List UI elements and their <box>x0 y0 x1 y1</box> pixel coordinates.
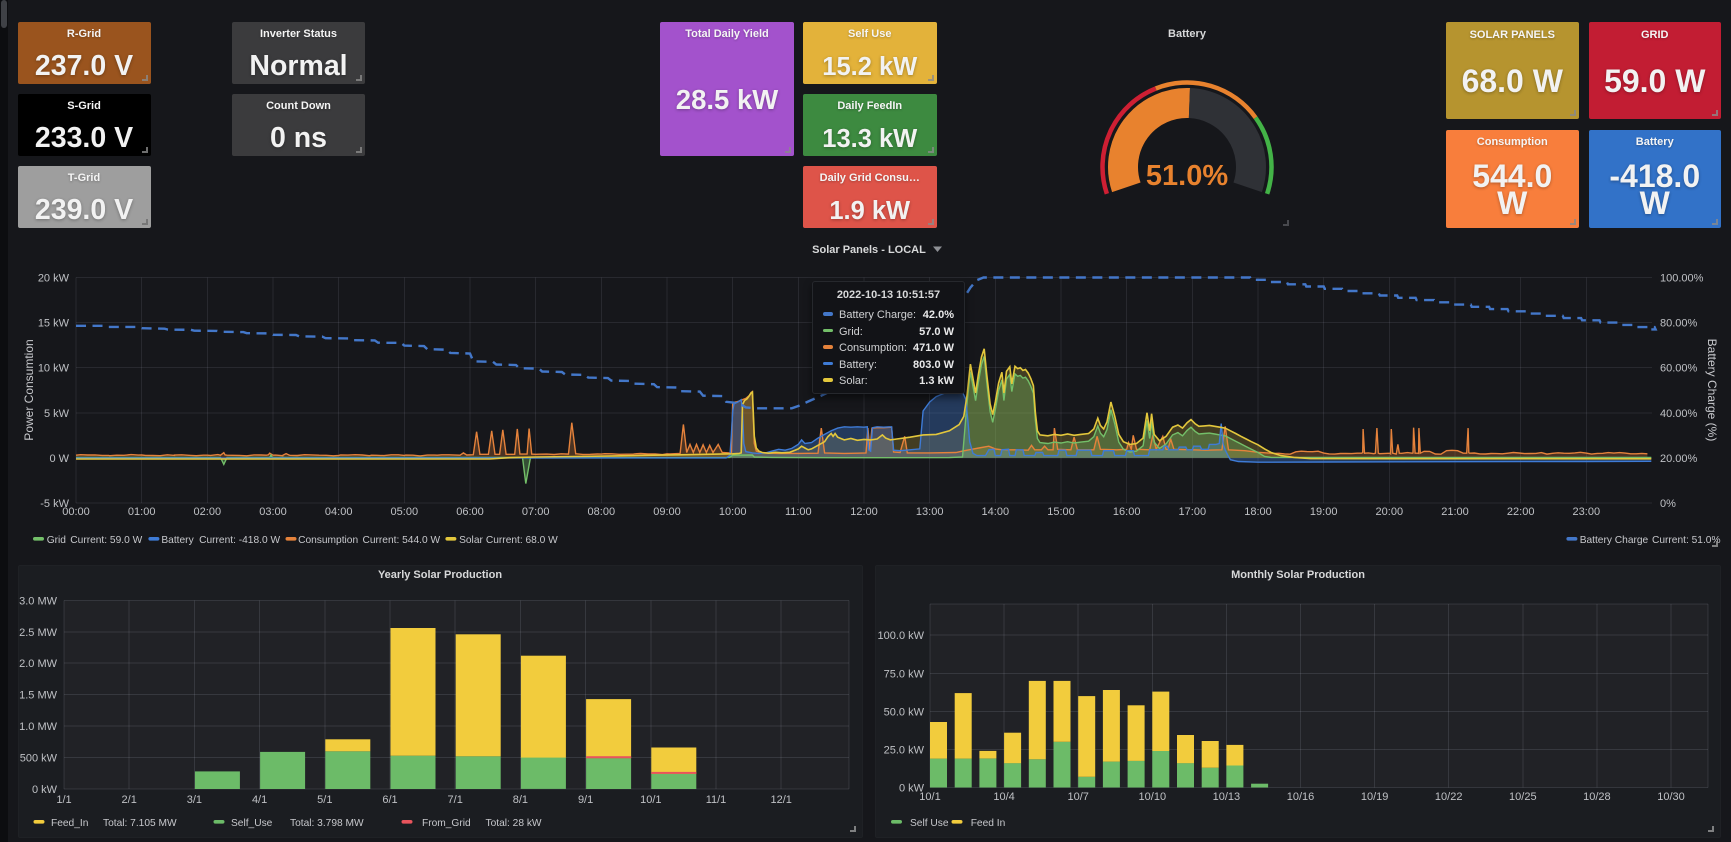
svg-text:80.00%: 80.00% <box>1660 318 1698 330</box>
svg-text:9/1: 9/1 <box>578 794 593 806</box>
svg-text:Grid: Grid <box>47 535 67 546</box>
svg-text:Solar Panels - LOCAL: Solar Panels - LOCAL <box>812 244 926 256</box>
svg-text:Total: 7.105 MW: Total: 7.105 MW <box>103 818 177 829</box>
svg-text:Battery Charge: Battery Charge <box>1580 535 1649 546</box>
svg-text:Monthly Solar Production: Monthly Solar Production <box>1231 569 1365 581</box>
svg-text:20.00%: 20.00% <box>1660 453 1698 465</box>
svg-text:2/1: 2/1 <box>122 794 137 806</box>
svg-text:00:00: 00:00 <box>62 506 90 518</box>
svg-text:16:00: 16:00 <box>1113 506 1141 518</box>
svg-text:21:00: 21:00 <box>1441 506 1469 518</box>
svg-text:13:00: 13:00 <box>916 506 944 518</box>
svg-text:Feed In: Feed In <box>971 818 1006 829</box>
svg-text:10/1: 10/1 <box>640 794 661 806</box>
svg-text:08:00: 08:00 <box>588 506 616 518</box>
svg-text:Power Consumtion: Power Consumtion <box>22 339 36 440</box>
svg-text:6/1: 6/1 <box>382 794 397 806</box>
svg-text:07:00: 07:00 <box>522 506 550 518</box>
svg-text:100.0 kW: 100.0 kW <box>878 630 925 642</box>
svg-text:12:00: 12:00 <box>850 506 878 518</box>
svg-text:10/7: 10/7 <box>1067 791 1088 803</box>
svg-text:11:00: 11:00 <box>785 506 812 518</box>
svg-text:11/1: 11/1 <box>706 794 727 806</box>
svg-text:Total: 28 kW: Total: 28 kW <box>486 818 542 829</box>
svg-text:20:00: 20:00 <box>1376 506 1404 518</box>
svg-text:3/1: 3/1 <box>187 794 202 806</box>
svg-text:0 W: 0 W <box>49 453 69 465</box>
svg-text:10/25: 10/25 <box>1509 791 1537 803</box>
svg-text:10 kW: 10 kW <box>38 363 70 375</box>
svg-text:01:00: 01:00 <box>128 506 156 518</box>
svg-text:10/22: 10/22 <box>1435 791 1463 803</box>
svg-text:Self Use: Self Use <box>910 818 949 829</box>
svg-text:Current: 51.0%: Current: 51.0% <box>1652 535 1721 546</box>
svg-text:15 kW: 15 kW <box>38 318 70 330</box>
svg-text:3.0 MW: 3.0 MW <box>19 595 58 607</box>
svg-text:17:00: 17:00 <box>1179 506 1207 518</box>
svg-text:23:00: 23:00 <box>1573 506 1601 518</box>
svg-text:25.0 kW: 25.0 kW <box>884 744 925 756</box>
svg-text:19:00: 19:00 <box>1310 506 1338 518</box>
svg-text:10/19: 10/19 <box>1361 791 1389 803</box>
svg-text:03:00: 03:00 <box>259 506 287 518</box>
svg-text:2.0 MW: 2.0 MW <box>19 658 58 670</box>
svg-text:10/13: 10/13 <box>1213 791 1241 803</box>
svg-text:15:00: 15:00 <box>1047 506 1075 518</box>
svg-text:40.00%: 40.00% <box>1660 408 1698 420</box>
svg-text:Yearly Solar Production: Yearly Solar Production <box>378 569 502 581</box>
svg-text:5/1: 5/1 <box>317 794 332 806</box>
svg-text:100.00%: 100.00% <box>1660 273 1704 285</box>
svg-text:10/1: 10/1 <box>919 791 940 803</box>
svg-text:12/1: 12/1 <box>770 794 791 806</box>
svg-text:10/4: 10/4 <box>993 791 1014 803</box>
svg-text:Current: 59.0 W: Current: 59.0 W <box>70 535 142 546</box>
svg-text:06:00: 06:00 <box>456 506 484 518</box>
svg-text:1/1: 1/1 <box>56 794 71 806</box>
svg-text:4/1: 4/1 <box>252 794 267 806</box>
svg-text:Current: -418.0 W: Current: -418.0 W <box>199 535 280 546</box>
svg-text:10/30: 10/30 <box>1657 791 1685 803</box>
svg-text:Total: 3.798 MW: Total: 3.798 MW <box>290 818 364 829</box>
svg-text:05:00: 05:00 <box>391 506 419 518</box>
svg-text:04:00: 04:00 <box>325 506 353 518</box>
svg-text:18:00: 18:00 <box>1244 506 1272 518</box>
svg-text:5 kW: 5 kW <box>44 408 70 420</box>
svg-text:Current: 544.0 W: Current: 544.0 W <box>363 535 441 546</box>
svg-text:0 kW: 0 kW <box>32 784 58 796</box>
svg-text:1.5 MW: 1.5 MW <box>19 690 58 702</box>
svg-text:10/28: 10/28 <box>1583 791 1611 803</box>
svg-text:10:00: 10:00 <box>719 506 747 518</box>
svg-text:22:00: 22:00 <box>1507 506 1535 518</box>
svg-text:0%: 0% <box>1660 498 1676 510</box>
svg-text:10/16: 10/16 <box>1287 791 1315 803</box>
svg-text:500 kW: 500 kW <box>20 753 58 765</box>
svg-text:10/10: 10/10 <box>1139 791 1167 803</box>
svg-text:Battery: Battery <box>161 535 194 546</box>
svg-text:09:00: 09:00 <box>653 506 681 518</box>
svg-text:Feed_In: Feed_In <box>51 818 88 829</box>
svg-text:02:00: 02:00 <box>194 506 222 518</box>
svg-text:Battery: Battery <box>1168 28 1207 40</box>
svg-text:51.0%: 51.0% <box>1146 160 1228 192</box>
svg-text:From_Grid: From_Grid <box>422 818 471 829</box>
svg-text:2.5 MW: 2.5 MW <box>19 627 58 639</box>
svg-text:Solar: Solar <box>459 535 483 546</box>
svg-text:7/1: 7/1 <box>448 794 463 806</box>
svg-text:75.0 kW: 75.0 kW <box>884 668 925 680</box>
svg-text:20 kW: 20 kW <box>38 273 70 285</box>
svg-text:1.0 MW: 1.0 MW <box>19 721 58 733</box>
svg-text:50.0 kW: 50.0 kW <box>884 706 925 718</box>
svg-text:8/1: 8/1 <box>513 794 528 806</box>
svg-text:60.00%: 60.00% <box>1660 363 1698 375</box>
svg-text:Battery Charge (%): Battery Charge (%) <box>1705 339 1719 442</box>
svg-text:14:00: 14:00 <box>982 506 1010 518</box>
svg-text:Current: 68.0 W: Current: 68.0 W <box>486 535 558 546</box>
svg-text:Consumption: Consumption <box>298 535 358 546</box>
svg-text:Self_Use: Self_Use <box>231 818 273 829</box>
